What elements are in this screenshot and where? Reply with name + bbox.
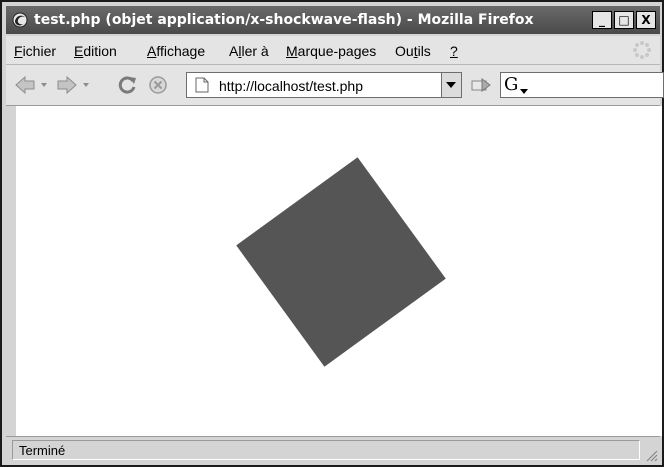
flash-movie[interactable] — [16, 106, 662, 436]
url-text[interactable]: http://localhost/test.php — [219, 78, 363, 94]
minimize-button[interactable]: _ — [592, 11, 612, 29]
browser-window: test.php (objet application/x-shockwave-… — [0, 0, 664, 467]
maximize-button[interactable]: □ — [614, 11, 634, 29]
page-content — [16, 106, 662, 436]
url-bar[interactable]: http://localhost/test.php — [186, 72, 462, 98]
stop-icon[interactable] — [148, 75, 168, 95]
menu-bar: Fichier Edition Affichage Aller à Marque… — [6, 36, 660, 65]
firefox-logo-icon — [12, 12, 28, 28]
navigation-toolbar: http://localhost/test.php G — [6, 65, 664, 106]
reload-icon[interactable] — [116, 74, 138, 96]
status-bar: Terminé — [6, 436, 660, 464]
menu-affichage[interactable]: Affichage — [147, 43, 205, 59]
back-arrow-icon[interactable] — [14, 75, 36, 95]
menu-edition[interactable]: Edition — [74, 43, 117, 59]
search-bar[interactable]: G — [500, 72, 664, 98]
menu-fichier[interactable]: Fichier — [14, 43, 56, 59]
chevron-down-icon — [446, 82, 456, 88]
throbber-icon — [633, 41, 651, 59]
flash-square-shape — [236, 157, 446, 367]
status-text: Terminé — [19, 443, 66, 458]
search-engine-button[interactable]: G — [504, 75, 530, 95]
close-button[interactable]: X — [636, 11, 656, 29]
window-title: test.php (objet application/x-shockwave-… — [34, 12, 534, 28]
url-dropdown-button[interactable] — [441, 73, 461, 97]
menu-aller-a[interactable]: Aller à — [229, 43, 269, 59]
go-icon[interactable] — [470, 77, 492, 93]
search-engine-dropdown-icon — [520, 89, 528, 94]
forward-history-dropdown-icon[interactable] — [82, 81, 90, 89]
page-icon — [195, 77, 209, 93]
forward-arrow-icon[interactable] — [56, 75, 78, 95]
resize-grip-icon[interactable] — [644, 448, 658, 462]
menu-marque-pages[interactable]: Marque-pages — [286, 43, 376, 59]
menu-help[interactable]: ? — [450, 43, 458, 59]
title-bar[interactable]: test.php (objet application/x-shockwave-… — [6, 6, 660, 34]
search-engine-label: G — [504, 74, 519, 95]
back-history-dropdown-icon[interactable] — [40, 81, 48, 89]
menu-outils[interactable]: Outils — [395, 43, 431, 59]
status-panel: Terminé — [12, 440, 640, 460]
